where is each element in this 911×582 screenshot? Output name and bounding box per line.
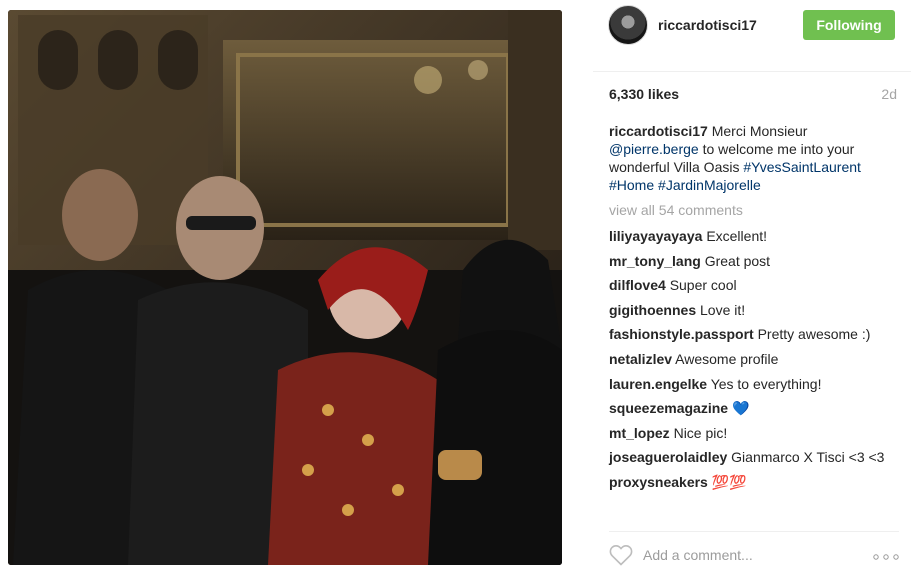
following-button[interactable]: Following: [803, 10, 895, 40]
avatar[interactable]: [608, 5, 648, 45]
comment-footer: [609, 531, 899, 576]
caption-hashtag[interactable]: #Home: [609, 177, 654, 193]
comments-list: liliyayayayaya Excellent! mr_tony_lang G…: [609, 227, 894, 498]
comment-item: squeezemagazine 💙: [609, 399, 894, 417]
comment-username[interactable]: dilflove4: [609, 277, 666, 293]
comment-text: 💙: [731, 400, 750, 417]
caption-mention[interactable]: @pierre.berge: [609, 141, 699, 157]
comment-username[interactable]: lauren.engelke: [609, 376, 707, 392]
comment-item: mr_tony_lang Great post: [609, 252, 894, 270]
post-username[interactable]: riccardotisci17: [658, 17, 757, 33]
comment-item: lauren.engelke Yes to everything!: [609, 375, 894, 393]
comment-text: Excellent!: [706, 228, 768, 244]
comment-username[interactable]: gigithoennes: [609, 302, 696, 318]
comment-text: Super cool: [669, 277, 737, 294]
comment-item: liliyayayayaya Excellent!: [609, 227, 894, 245]
comment-text: Nice pic!: [673, 424, 728, 441]
comment-text: Awesome profile: [675, 350, 779, 367]
comment-item: netalizlev Awesome profile: [609, 350, 894, 368]
comment-item: gigithoennes Love it!: [609, 301, 894, 319]
comment-username[interactable]: mt_lopez: [609, 425, 670, 441]
likes-count[interactable]: 6,330 likes: [609, 86, 679, 102]
caption-text: Merci Monsieur: [707, 123, 808, 139]
post-photo[interactable]: [8, 10, 562, 565]
comment-item: mt_lopez Nice pic!: [609, 424, 894, 442]
more-options-icon[interactable]: [873, 554, 899, 560]
comment-item: dilflove4 Super cool: [609, 276, 894, 294]
comment-text: Love it!: [700, 301, 746, 318]
comment-username[interactable]: fashionstyle.passport: [609, 326, 754, 342]
comment-text: Pretty awesome :): [757, 326, 871, 343]
comment-text: 💯💯: [711, 473, 747, 490]
comment-username[interactable]: netalizlev: [609, 351, 672, 367]
post-photo-image: [8, 10, 562, 565]
add-comment-input[interactable]: [643, 544, 853, 566]
post-details-panel: riccardotisci17 Following 6,330 likes 2d…: [593, 0, 911, 582]
comment-text: Gianmarco X Tisci <3 <3: [731, 449, 885, 466]
comment-text: Yes to everything!: [710, 375, 822, 392]
comment-item: fashionstyle.passport Pretty awesome :): [609, 325, 894, 343]
heart-outline-icon[interactable]: [609, 544, 633, 566]
post-caption: riccardotisci17 Merci Monsieur @pierre.b…: [609, 122, 889, 194]
comment-username[interactable]: mr_tony_lang: [609, 253, 701, 269]
caption-username[interactable]: riccardotisci17: [609, 123, 708, 139]
comment-username[interactable]: joseaguerolaidley: [609, 449, 727, 465]
caption-hashtag[interactable]: #YvesSaintLaurent: [743, 159, 861, 175]
view-all-comments-link[interactable]: view all 54 comments: [609, 202, 743, 218]
post-header: riccardotisci17 Following: [593, 0, 911, 72]
comment-username[interactable]: liliyayayayaya: [609, 228, 702, 244]
post-age[interactable]: 2d: [881, 86, 897, 102]
comment-username[interactable]: squeezemagazine: [609, 400, 728, 416]
caption-hashtag[interactable]: #JardinMajorelle: [658, 177, 761, 193]
comment-text: Great post: [704, 252, 771, 269]
comment-item: joseaguerolaidley Gianmarco X Tisci <3 <…: [609, 448, 894, 466]
comment-item: proxysneakers 💯💯: [609, 473, 894, 491]
comment-username[interactable]: proxysneakers: [609, 474, 708, 490]
